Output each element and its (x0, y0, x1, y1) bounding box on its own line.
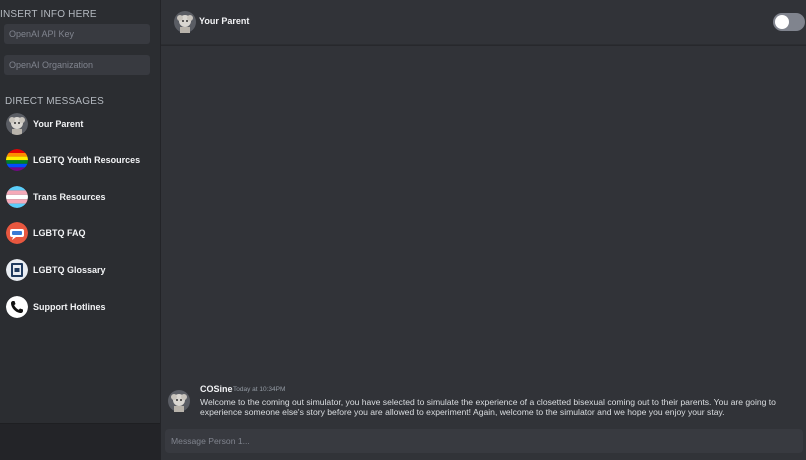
sidebar: INSERT INFO HERE DIRECT MESSAGES Your Pa… (0, 0, 161, 460)
message-input[interactable] (165, 429, 803, 453)
dm-item-support-hotlines[interactable]: Support Hotlines (6, 294, 156, 320)
faq-icon (6, 222, 28, 244)
dm-item-your-parent[interactable]: Your Parent (6, 111, 156, 137)
dm-label: Support Hotlines (33, 302, 106, 312)
bot-avatar-icon (168, 390, 190, 412)
dm-label: LGBTQ FAQ (33, 228, 86, 238)
dm-item-lgbtq-youth-resources[interactable]: LGBTQ Youth Resources (6, 147, 156, 173)
insert-info-title: INSERT INFO HERE (0, 9, 97, 20)
dm-item-lgbtq-glossary[interactable]: LGBTQ Glossary (6, 257, 156, 283)
trans-flag-icon (6, 186, 28, 208)
parent-avatar-icon (6, 113, 28, 135)
app-window: INSERT INFO HERE DIRECT MESSAGES Your Pa… (0, 0, 806, 460)
settings-toggle[interactable] (773, 13, 805, 31)
organization-input[interactable] (4, 55, 150, 75)
page-title: Your Parent (199, 16, 250, 26)
dm-label: LGBTQ Glossary (33, 265, 106, 275)
message-author: COSine (200, 384, 233, 394)
dm-label: Trans Resources (33, 192, 106, 202)
toggle-knob (775, 15, 789, 29)
sidebar-footer (0, 423, 160, 460)
api-key-input[interactable] (4, 24, 150, 44)
dm-label: Your Parent (33, 119, 84, 129)
phone-icon (6, 296, 28, 318)
dm-item-trans-resources[interactable]: Trans Resources (6, 184, 156, 210)
channel-header: Your Parent (161, 0, 806, 45)
main-panel: Your Parent COSine Today at 10:34PM Welc… (161, 0, 806, 460)
direct-messages-title: DIRECT MESSAGES (5, 96, 104, 107)
rainbow-flag-icon (6, 149, 28, 171)
dm-label: LGBTQ Youth Resources (33, 155, 141, 165)
parent-avatar-icon (174, 11, 196, 33)
dm-item-lgbtq-faq[interactable]: LGBTQ FAQ (6, 220, 156, 246)
glossary-book-icon (6, 259, 28, 281)
message-text: Welcome to the coming out simulator, you… (200, 397, 776, 417)
message-timestamp: Today at 10:34PM (233, 386, 286, 393)
